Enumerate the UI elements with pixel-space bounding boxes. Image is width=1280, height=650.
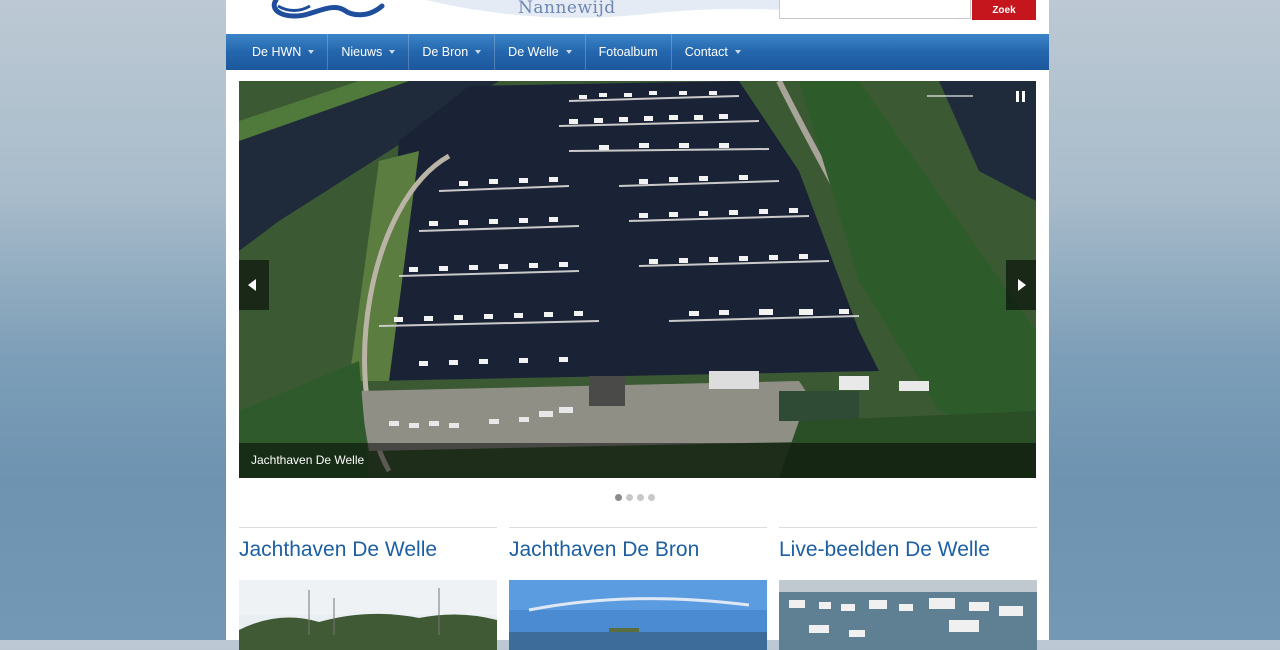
slider-pagination [615,494,655,501]
search-input[interactable] [779,0,971,19]
nav-label: Nieuws [341,45,383,59]
search-button[interactable]: Zoek [972,0,1036,20]
image-slider[interactable]: Jachthaven De Welle [239,81,1036,478]
chevron-down-icon [308,50,315,54]
slider-next-button[interactable] [1006,260,1036,310]
chevron-down-icon [475,50,482,54]
column-title[interactable]: Jachthaven De Welle [239,538,497,562]
slider-prev-button[interactable] [239,260,269,310]
slider-dot-3[interactable] [637,494,644,501]
nav-label: Fotoalbum [598,45,658,59]
column-de-bron: Jachthaven De Bron [509,527,767,650]
nav-item-contact[interactable]: Contact [672,34,754,70]
slide-caption: Jachthaven De Welle [239,443,1036,478]
pause-icon[interactable] [1014,89,1028,103]
chevron-down-icon [734,50,741,54]
nav-item-fotoalbum[interactable]: Fotoalbum [586,34,672,70]
aerial-marina-photo [239,81,1036,478]
page-container: Nannewijd Zoek De HWN Nieuws De Bron De … [226,0,1049,650]
chevron-down-icon [565,50,572,54]
logo-icon[interactable] [248,0,388,22]
chevron-down-icon [389,50,396,54]
nav-item-nieuws[interactable]: Nieuws [328,34,410,70]
slider-dot-1[interactable] [615,494,622,501]
column-live-beelden: Live-beelden De Welle [779,527,1037,650]
nav-label: De Bron [422,45,469,59]
brand-name: Nannewijd [518,0,616,18]
nav-item-de-bron[interactable]: De Bron [409,34,496,70]
slider-dot-2[interactable] [626,494,633,501]
nav-label: De HWN [252,45,302,59]
slide-progress-bar [927,95,973,97]
column-title[interactable]: Jachthaven De Bron [509,538,767,562]
column-de-welle: Jachthaven De Welle [239,527,497,650]
site-header: Nannewijd Zoek [226,0,1049,34]
nav-label: De Welle [508,45,559,59]
nav-item-de-hwn[interactable]: De HWN [239,34,329,70]
main-nav: De HWN Nieuws De Bron De Welle Fotoalbum… [226,34,1049,70]
column-title[interactable]: Live-beelden De Welle [779,538,1037,562]
nav-item-de-welle[interactable]: De Welle [495,34,586,70]
nav-label: Contact [684,45,728,59]
slider-dot-4[interactable] [648,494,655,501]
